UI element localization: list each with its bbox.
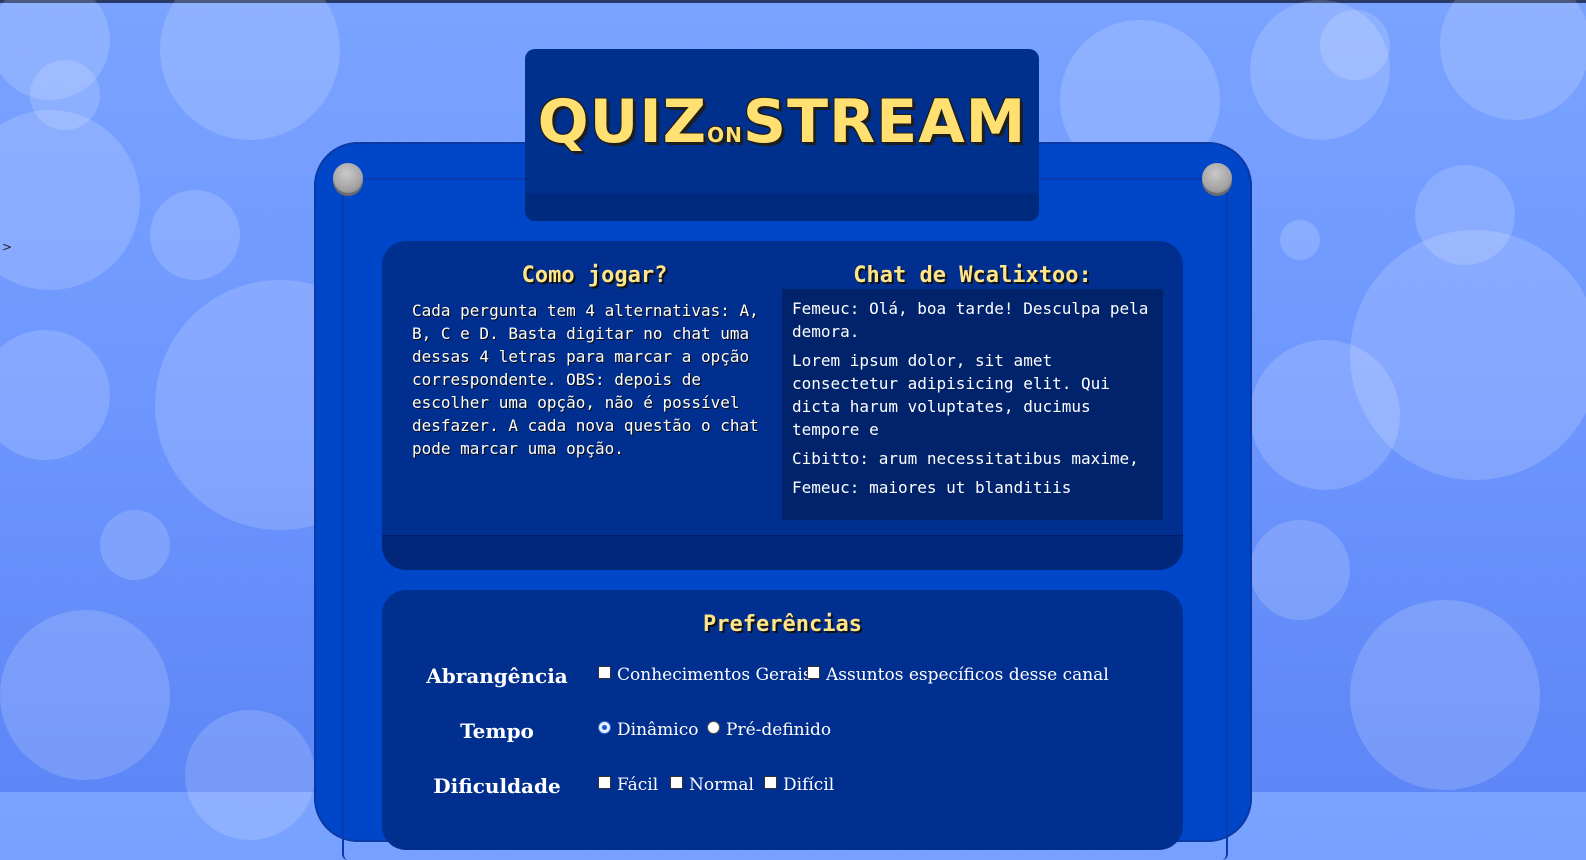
option-assuntos-especificos[interactable]: Assuntos específicos desse canal	[807, 665, 1109, 685]
pref-row-tempo: Tempo Dinâmico Pré-definido	[382, 717, 1183, 747]
option-label: Difícil	[783, 775, 835, 795]
background-bubble	[1350, 230, 1586, 480]
option-label: Normal	[689, 775, 754, 795]
logo-on: ON	[707, 123, 743, 147]
chat-message: Femeuc: Olá, boa tarde! Desculpa pela de…	[792, 299, 1149, 341]
option-facil[interactable]: Fácil	[598, 775, 658, 795]
chat-box[interactable]: Femeuc: Olá, boa tarde! Desculpa pela de…	[782, 289, 1163, 520]
checkbox[interactable]	[598, 666, 611, 679]
background-bubble	[100, 510, 170, 580]
pref-label: Tempo	[460, 719, 534, 743]
logo-panel: QUIZONSTREAM	[525, 49, 1039, 221]
radio-button[interactable]	[598, 721, 611, 734]
background-bubble	[1320, 10, 1390, 80]
option-label: Assuntos específicos desse canal	[826, 665, 1109, 685]
checkbox[interactable]	[670, 776, 683, 789]
option-label: Conhecimentos Gerais	[617, 665, 812, 685]
background-bubble	[1280, 220, 1320, 260]
background-bubble	[30, 60, 100, 130]
pref-label: Dificuldade	[433, 774, 561, 798]
pref-row-dificuldade: Dificuldade Fácil Normal Difícil	[382, 772, 1183, 802]
option-dificil[interactable]: Difícil	[764, 775, 834, 795]
preferences-title: Preferências	[703, 612, 862, 637]
pref-label: Abrangência	[426, 664, 568, 688]
how-to-play-title: Como jogar?	[521, 263, 668, 288]
option-pre-definido[interactable]: Pré-definido	[707, 720, 831, 740]
checkbox[interactable]	[598, 776, 611, 789]
preferences-panel: Preferências Abrangência Conhecimentos G…	[382, 590, 1183, 850]
option-label: Dinâmico	[617, 720, 699, 740]
background-bubble	[1250, 0, 1390, 140]
logo-quiz: QUIZ	[537, 87, 708, 157]
app-logo: QUIZONSTREAM	[525, 87, 1039, 157]
top-bar	[0, 0, 1586, 3]
background-bubble	[150, 190, 240, 280]
how-to-play-text: Cada pergunta tem 4 alternativas: A, B, …	[412, 301, 759, 458]
background-bubble	[1415, 165, 1515, 265]
background-bubble	[1440, 0, 1586, 120]
option-label: Pré-definido	[726, 720, 832, 740]
bolt-icon	[1202, 163, 1232, 193]
info-panel: Como jogar? Cada pergunta tem 4 alternat…	[382, 241, 1183, 570]
checkbox[interactable]	[764, 776, 777, 789]
stray-text: >	[2, 240, 13, 254]
logo-stream: STREAM	[742, 87, 1027, 157]
background-bubble	[0, 610, 170, 780]
logo-panel-base	[525, 193, 1039, 221]
background-bubble	[1350, 600, 1540, 790]
option-dinamico[interactable]: Dinâmico	[598, 720, 698, 740]
chat-message: Cibitto: arum necessitatibus maxime,	[792, 449, 1139, 468]
radio-button[interactable]	[707, 721, 720, 734]
background-bubble	[1250, 520, 1350, 620]
info-panel-lip	[382, 535, 1183, 570]
background-bubble	[1250, 340, 1400, 490]
option-normal[interactable]: Normal	[670, 775, 754, 795]
chat-title: Chat de Wcalixtoo:	[853, 263, 1092, 288]
background-bubble	[185, 710, 315, 840]
checkbox[interactable]	[807, 666, 820, 679]
background-bubble	[0, 0, 110, 100]
background-bubble	[0, 330, 110, 460]
background-bubble	[0, 110, 140, 290]
chat-message: Lorem ipsum dolor, sit amet consectetur …	[792, 351, 1110, 439]
chat-message: Femeuc: maiores ut blanditiis	[792, 478, 1072, 497]
background-bubble	[160, 0, 340, 140]
option-conhecimentos-gerais[interactable]: Conhecimentos Gerais	[598, 665, 812, 685]
option-label: Fácil	[617, 775, 659, 795]
pref-row-abrangencia: Abrangência Conhecimentos Gerais Assunto…	[382, 662, 1183, 692]
bolt-icon	[333, 163, 363, 193]
